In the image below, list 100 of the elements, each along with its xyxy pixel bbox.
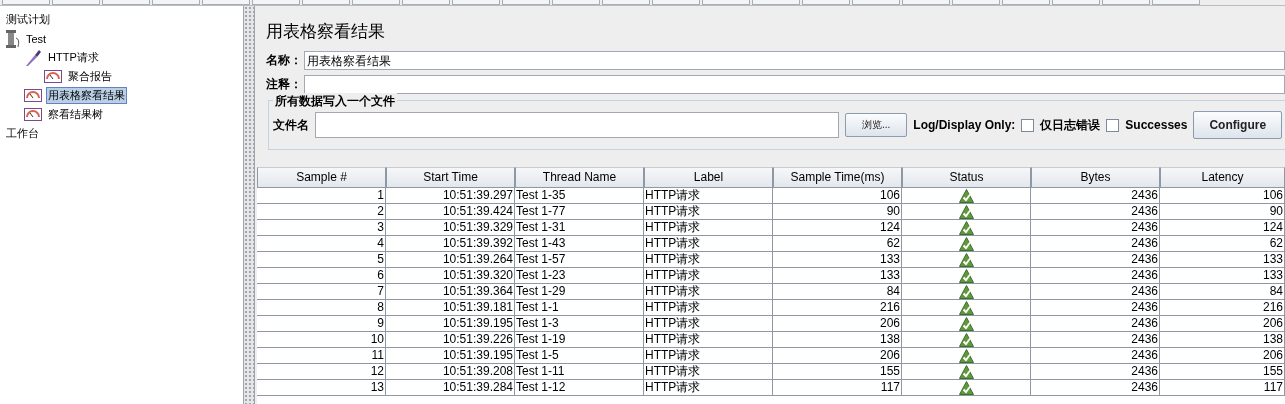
table-cell: 117 xyxy=(773,380,902,396)
table-cell: Test 1-11 xyxy=(515,364,644,380)
table-cell: 1 xyxy=(257,188,386,204)
table-cell: 90 xyxy=(1160,204,1285,220)
filename-field[interactable] xyxy=(315,112,839,138)
table-cell: 2 xyxy=(257,204,386,220)
table-cell: 6 xyxy=(257,268,386,284)
table-cell: Test 1-31 xyxy=(515,220,644,236)
checkbox-label: Successes xyxy=(1125,118,1188,132)
table-cell: 10:51:39.208 xyxy=(386,364,515,380)
table-cell: 138 xyxy=(773,332,902,348)
column-header[interactable]: Sample Time(ms) xyxy=(773,167,902,188)
pipette-icon xyxy=(24,48,42,67)
table-cell: 10:51:39.424 xyxy=(386,204,515,220)
table-cell: Test 1-1 xyxy=(515,300,644,316)
configure-button[interactable]: Configure xyxy=(1193,111,1283,139)
column-header[interactable]: Sample # xyxy=(257,167,386,188)
spool-icon xyxy=(4,29,20,48)
table-cell: Test 1-35 xyxy=(515,188,644,204)
table-cell: 84 xyxy=(773,284,902,300)
table-cell: HTTP请求 xyxy=(644,348,773,364)
success-check-icon xyxy=(958,284,974,299)
table-cell: 90 xyxy=(773,204,902,220)
table-cell: HTTP请求 xyxy=(644,188,773,204)
table-cell: 5 xyxy=(257,252,386,268)
table-cell: 133 xyxy=(1160,252,1285,268)
group-legend: 所有数据写入一个文件 xyxy=(273,93,397,110)
log-display-label: Log/Display Only: xyxy=(913,118,1016,132)
column-header[interactable]: Start Time xyxy=(386,167,515,188)
table-cell: Test 1-5 xyxy=(515,348,644,364)
tree-item[interactable]: 用表格察看结果 xyxy=(46,87,127,104)
table-cell: 155 xyxy=(1160,364,1285,380)
name-field[interactable]: 用表格察看结果 xyxy=(304,50,1285,70)
table-cell: 2436 xyxy=(1031,284,1160,300)
comment-field[interactable] xyxy=(304,74,1285,94)
gauge-icon xyxy=(44,70,62,83)
column-header[interactable]: Latency xyxy=(1160,167,1285,188)
tree-item[interactable]: 工作台 xyxy=(4,125,41,142)
table-cell: 3 xyxy=(257,220,386,236)
table-cell: 10:51:39.264 xyxy=(386,252,515,268)
table-cell: 10:51:39.181 xyxy=(386,300,515,316)
checkbox[interactable] xyxy=(1021,118,1035,132)
column-header[interactable]: Status xyxy=(902,167,1031,188)
column-header[interactable]: Bytes xyxy=(1031,167,1160,188)
table-cell: 9 xyxy=(257,316,386,332)
table-cell: 11 xyxy=(257,348,386,364)
table-cell: 62 xyxy=(1160,236,1285,252)
table-cell: HTTP请求 xyxy=(644,204,773,220)
success-check-icon xyxy=(958,300,974,315)
table-cell: 2436 xyxy=(1031,332,1160,348)
table-cell: HTTP请求 xyxy=(644,220,773,236)
table-cell: 206 xyxy=(773,348,902,364)
checkbox[interactable] xyxy=(1106,118,1120,132)
table-cell: 10:51:39.284 xyxy=(386,380,515,396)
success-check-icon xyxy=(958,268,974,283)
column-header[interactable]: Thread Name xyxy=(515,167,644,188)
table-cell: 2436 xyxy=(1031,348,1160,364)
tree-item[interactable]: HTTP请求 xyxy=(46,49,101,66)
table-cell: HTTP请求 xyxy=(644,268,773,284)
table-cell: 10:51:39.195 xyxy=(386,348,515,364)
success-check-icon xyxy=(958,188,974,203)
tree-item[interactable]: 聚合报告 xyxy=(66,68,114,85)
table-cell: 124 xyxy=(1160,220,1285,236)
success-check-icon xyxy=(958,236,974,251)
table-cell: 2436 xyxy=(1031,236,1160,252)
table-cell: 206 xyxy=(773,316,902,332)
table-cell: 8 xyxy=(257,300,386,316)
success-check-icon xyxy=(958,316,974,331)
browse-button[interactable]: 浏览... xyxy=(845,113,908,137)
tree-item[interactable]: Test xyxy=(24,31,49,46)
column-header[interactable]: Label xyxy=(644,167,773,188)
table-cell: 62 xyxy=(773,236,902,252)
table-cell: 206 xyxy=(1160,316,1285,332)
table-cell: 133 xyxy=(773,252,902,268)
success-check-icon xyxy=(958,252,974,267)
table-cell: 2436 xyxy=(1031,188,1160,204)
table-cell: 138 xyxy=(1160,332,1285,348)
name-label: 名称： xyxy=(266,51,302,69)
success-check-icon xyxy=(958,380,974,395)
table-cell: 12 xyxy=(257,364,386,380)
table-cell: 2436 xyxy=(1031,252,1160,268)
tree-item[interactable]: 测试计划 xyxy=(4,11,52,28)
table-cell: HTTP请求 xyxy=(644,236,773,252)
table-cell: Test 1-57 xyxy=(515,252,644,268)
table-cell: 7 xyxy=(257,284,386,300)
table-cell: 10:51:39.195 xyxy=(386,316,515,332)
tree-item[interactable]: 察看结果树 xyxy=(46,106,105,123)
table-cell: 10 xyxy=(257,332,386,348)
table-cell: 106 xyxy=(1160,188,1285,204)
gauge-icon xyxy=(24,108,42,121)
table-cell: Test 1-23 xyxy=(515,268,644,284)
table-cell: 117 xyxy=(1160,380,1285,396)
table-cell: 2436 xyxy=(1031,380,1160,396)
table-cell: HTTP请求 xyxy=(644,252,773,268)
success-check-icon xyxy=(958,204,974,219)
table-cell: HTTP请求 xyxy=(644,364,773,380)
success-check-icon xyxy=(958,364,974,379)
table-cell: 10:51:39.297 xyxy=(386,188,515,204)
success-check-icon xyxy=(958,332,974,347)
splitter-handle[interactable] xyxy=(244,6,255,404)
